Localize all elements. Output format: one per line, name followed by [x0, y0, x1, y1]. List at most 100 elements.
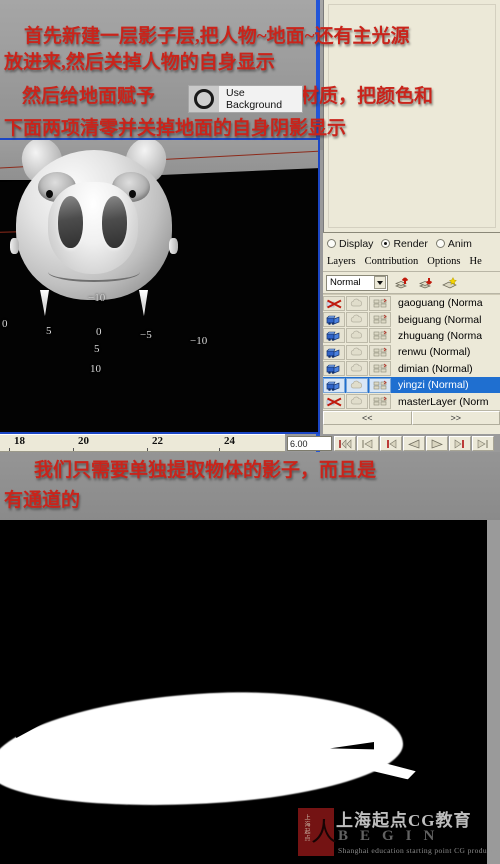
step-back-button[interactable] — [380, 436, 402, 451]
material-color-swatch[interactable] — [189, 86, 219, 112]
shadow-silhouette — [0, 683, 406, 815]
layer-name: renwu (Normal) — [398, 346, 471, 359]
menu-help[interactable]: He — [470, 256, 482, 267]
move-layer-down-button[interactable] — [416, 274, 436, 292]
blend-mode-dropdown[interactable]: Normal — [326, 274, 388, 291]
layer-row[interactable]: renwu (Normal) — [323, 344, 500, 360]
layer-settings-icon[interactable] — [369, 361, 391, 377]
radio-anim-dot[interactable] — [435, 239, 445, 248]
radio-display[interactable]: Display — [327, 238, 373, 250]
layer-settings-icon[interactable] — [369, 394, 391, 410]
current-frame-input[interactable]: 6.00 — [287, 436, 332, 451]
layer-row[interactable]: masterLayer (Norm — [323, 393, 500, 410]
layer-contribution-icon[interactable] — [346, 344, 368, 360]
layer-row[interactable]: gaoguang (Norma — [323, 295, 500, 311]
layer-name: zhuguang (Norma — [398, 329, 483, 342]
radio-render[interactable]: Render — [381, 237, 428, 250]
layer-settings-icon[interactable] — [369, 344, 391, 360]
layer-contribution-icon[interactable] — [346, 377, 368, 393]
caption-line-5: 我们只需要单独提取物体的影子，而且是 — [34, 460, 377, 481]
character-side-nub-right — [169, 238, 178, 254]
layer-visible-icon[interactable] — [323, 328, 345, 344]
character-nostril-left — [58, 196, 83, 248]
axis-tick-label: −10 — [190, 335, 208, 347]
caption-line-3b: 材质，把颜色和 — [300, 86, 434, 107]
menu-layers[interactable]: Layers — [327, 256, 356, 267]
nav-next-button[interactable]: >> — [411, 411, 500, 425]
layer-row[interactable]: beiguang (Normal — [323, 311, 500, 328]
watermark-seal: 上海起点 人 — [298, 808, 338, 856]
axis-tick-label: 10 — [90, 363, 101, 375]
axis-tick-label: 5 — [46, 325, 52, 337]
menu-options[interactable]: Options — [427, 256, 460, 267]
timeline-ruler[interactable]: 18 20 22 24 — [0, 434, 285, 452]
nav-prev-button[interactable]: << — [323, 411, 412, 425]
timeline-tick: 20 — [73, 435, 89, 451]
layer-name: masterLayer (Norm — [398, 395, 489, 408]
layer-settings-icon[interactable] — [369, 328, 391, 344]
layer-name: beiguang (Normal — [398, 313, 482, 326]
layer-visible-icon[interactable] — [323, 312, 345, 328]
radio-anim-label: Anim — [447, 237, 472, 250]
step-forward-button[interactable] — [449, 436, 471, 451]
layer-panel-menubar: Layers Contribution Options He — [323, 252, 500, 272]
character-pupil-left — [46, 190, 53, 198]
radio-render-dot[interactable] — [381, 239, 391, 248]
watermark-seal-text: 上海起点 — [303, 814, 309, 842]
radio-anim[interactable]: Anim — [435, 237, 472, 250]
caption-line-4: 下面两项清零并关掉地面的自身阴影显示 — [4, 118, 347, 139]
use-background-label: Use Background — [226, 87, 283, 111]
layer-visible-icon[interactable] — [323, 361, 345, 377]
render-layers-panel: Display Render Anim Layers Contribution … — [323, 232, 500, 434]
timeline-tick: 18 — [9, 435, 25, 451]
layer-contribution-icon[interactable] — [346, 295, 368, 311]
character-tusk-left — [40, 290, 49, 316]
layer-name: dimian (Normal) — [398, 362, 473, 375]
menu-contribution[interactable]: Contribution — [365, 256, 419, 267]
layer-hidden-icon[interactable] — [323, 295, 345, 311]
layer-hidden-icon[interactable] — [323, 394, 345, 410]
play-reverse-button[interactable] — [403, 436, 425, 451]
radio-render-label: Render — [393, 237, 428, 250]
circle-ring-icon — [194, 89, 214, 109]
3d-viewport[interactable]: 0 5 0 −5 −10 −10 5 10 — [0, 138, 320, 434]
layer-contribution-icon[interactable] — [346, 361, 368, 377]
radio-display-label: Display — [339, 237, 374, 250]
use-background-material-chip[interactable]: Use Background — [188, 85, 303, 113]
watermark-subtitle: Shanghai education starting point CG pro… — [338, 846, 500, 855]
axis-tick-label: 0 — [2, 318, 8, 330]
layer-row[interactable]: zhuguang (Norma — [323, 328, 500, 344]
tutorial-screenshot-page: 0 5 0 −5 −10 −10 5 10 Display Render Ani… — [0, 0, 500, 864]
timeline-tick: 22 — [147, 435, 163, 451]
previous-keyframe-button[interactable] — [357, 436, 379, 451]
character-pupil-right — [129, 190, 136, 198]
timeline-tick: 24 — [219, 435, 235, 451]
layer-contribution-icon[interactable] — [346, 328, 368, 344]
layer-list[interactable]: gaoguang (Norma beiguang (Normal zhuguang … — [323, 294, 500, 410]
layer-settings-icon[interactable] — [369, 312, 391, 328]
go-to-start-button[interactable] — [334, 436, 356, 451]
layer-visible-icon[interactable] — [323, 344, 345, 360]
watermark-begin: BEGIN — [338, 828, 447, 844]
watermark-seal-figure-icon: 人 — [311, 818, 338, 847]
character-side-nub-left — [10, 238, 19, 254]
layer-contribution-icon[interactable] — [346, 394, 368, 410]
layer-visible-icon[interactable] — [323, 377, 345, 393]
next-keyframe-button[interactable] — [472, 436, 494, 451]
radio-display-dot[interactable] — [327, 239, 336, 248]
play-forward-button[interactable] — [426, 436, 448, 451]
layer-row[interactable]: yingzi (Normal) — [323, 376, 500, 394]
layer-row[interactable]: dimian (Normal) — [323, 361, 500, 377]
caption-line-2: 放进来,然后关掉人物的自身显示 — [4, 52, 275, 73]
move-layer-up-button[interactable] — [392, 274, 412, 292]
layer-settings-icon[interactable] — [369, 377, 391, 393]
layer-contribution-icon[interactable] — [346, 312, 368, 328]
caption-line-1: 首先新建一层影子层,把人物~地面~还有主光源 — [24, 26, 410, 47]
new-layer-button[interactable] — [440, 274, 460, 292]
character-tusk-right — [139, 290, 148, 316]
layer-settings-icon[interactable] — [369, 295, 391, 311]
mode-radio-group: Display Render Anim — [323, 233, 500, 252]
character-mouth — [48, 262, 140, 282]
chevron-down-icon[interactable] — [374, 276, 386, 289]
layer-panel-toolbar: Normal — [323, 272, 500, 294]
